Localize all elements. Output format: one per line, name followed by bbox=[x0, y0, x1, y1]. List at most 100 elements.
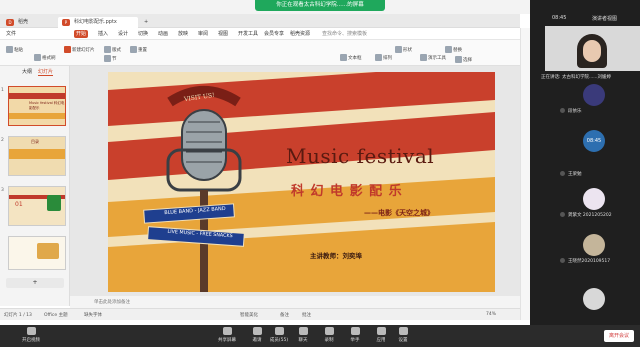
raise-hand-button[interactable]: 举手 bbox=[342, 327, 368, 343]
share-screen-button[interactable]: 共享屏幕 bbox=[214, 327, 240, 343]
thumb-title: Music festival 科幻电影配乐 bbox=[29, 101, 65, 110]
thumb-stripe bbox=[9, 93, 65, 99]
notes-pane[interactable]: 单击此处添加备注 bbox=[70, 296, 520, 308]
paste-icon bbox=[6, 46, 13, 53]
mic-icon bbox=[560, 171, 565, 176]
new-slide-button[interactable]: 新建幻灯片 bbox=[64, 46, 95, 53]
arrange-button[interactable]: 排列 bbox=[375, 54, 392, 61]
menu-animation[interactable]: 动画 bbox=[156, 30, 170, 38]
menu-file[interactable]: 文件 bbox=[4, 30, 18, 38]
leave-meeting-button[interactable]: 离开会议 bbox=[604, 330, 634, 342]
control-label: 应用 bbox=[376, 338, 386, 343]
share-banner[interactable]: 你正在观看太古科幻学院......的屏幕 bbox=[255, 0, 385, 11]
slide-movie: ——电影《天空之城》 bbox=[364, 209, 434, 217]
invite-icon bbox=[252, 327, 262, 335]
tab-slides[interactable]: 幻灯片 bbox=[38, 68, 54, 76]
layout-button[interactable]: 版式 bbox=[104, 46, 121, 53]
avatar bbox=[583, 84, 605, 106]
shape-button[interactable]: 形状 bbox=[395, 46, 412, 53]
menu-member[interactable]: 会员专享 bbox=[262, 30, 286, 38]
textbox-icon bbox=[340, 54, 347, 61]
thumb-title: 目录 bbox=[31, 139, 39, 144]
menu-transition[interactable]: 切换 bbox=[136, 30, 150, 38]
section-icon bbox=[104, 55, 111, 62]
tab-label: 科幻电影配乐.pptx bbox=[74, 19, 117, 25]
chat-button[interactable]: 聊天 bbox=[290, 327, 316, 343]
textbox-button[interactable]: 文本框 bbox=[340, 54, 362, 61]
tab-presentation[interactable]: P 科幻电影配乐.pptx bbox=[58, 17, 138, 28]
menu-review[interactable]: 审阅 bbox=[196, 30, 210, 38]
members-icon bbox=[274, 327, 284, 335]
select-button[interactable]: 选择 bbox=[455, 56, 472, 63]
slide-teacher: 主讲教师：刘奕埠 bbox=[310, 252, 362, 260]
slide-thumb-4[interactable] bbox=[8, 236, 66, 270]
control-label: 共享屏幕 bbox=[218, 338, 236, 343]
right-toolbar bbox=[520, 28, 530, 320]
slide-subtitle: 科 幻 电 影 配 乐 bbox=[291, 184, 403, 199]
ribbon-label: 演示工具 bbox=[428, 56, 446, 61]
ribbon-label: 格式刷 bbox=[42, 56, 56, 61]
new-tab-button[interactable]: + bbox=[140, 17, 152, 28]
menu-home[interactable]: 开始 bbox=[74, 30, 89, 38]
tab-docer[interactable]: D 稻壳 bbox=[2, 17, 34, 28]
thumb-image bbox=[37, 243, 59, 259]
name-text: 王梁勉 bbox=[568, 172, 582, 177]
slide-number: 2 bbox=[1, 138, 4, 143]
section-button[interactable]: 节 bbox=[104, 55, 117, 62]
ribbon-label: 形状 bbox=[403, 48, 412, 53]
members-button[interactable]: 成员(55) bbox=[266, 327, 292, 343]
notes-toggle[interactable]: 备注 bbox=[280, 312, 289, 318]
menu-design[interactable]: 设计 bbox=[116, 30, 130, 38]
slide[interactable]: VISIT US! BLUE BAND - JAZZ BAND LIVE MUS… bbox=[108, 72, 495, 292]
comment-toggle[interactable]: 批注 bbox=[302, 312, 311, 318]
reset-icon bbox=[130, 46, 137, 53]
paste-button[interactable]: 粘贴 bbox=[6, 46, 23, 53]
control-label: 录制 bbox=[324, 338, 334, 343]
avatar bbox=[583, 288, 605, 310]
tab-label: 稻壳 bbox=[18, 19, 29, 25]
participant-tile[interactable]: 王晓然2020109517 bbox=[540, 232, 640, 268]
replace-button[interactable]: 替换 bbox=[445, 46, 462, 53]
ribbon-label: 文本框 bbox=[348, 56, 362, 61]
zoom-level[interactable]: 74% bbox=[486, 312, 496, 317]
menu-slideshow[interactable]: 放映 bbox=[176, 30, 190, 38]
slide-panel: 大纲 幻灯片 1 Music festival 科幻电影配乐 2 目录 3 01… bbox=[0, 66, 70, 306]
slide-number: 3 bbox=[1, 188, 4, 193]
layout-icon bbox=[104, 46, 111, 53]
participant-tile[interactable]: 段依乐 bbox=[540, 82, 640, 118]
add-slide-button[interactable]: + bbox=[6, 278, 64, 288]
control-label: 邀请 bbox=[252, 338, 262, 343]
avatar bbox=[583, 188, 605, 210]
menu-docer[interactable]: 稻壳资源 bbox=[288, 30, 312, 38]
presenter-face bbox=[583, 40, 601, 62]
presenter-video[interactable] bbox=[545, 26, 640, 71]
record-button[interactable]: 录制 bbox=[316, 327, 342, 343]
hand-icon bbox=[350, 327, 360, 335]
participant-tile[interactable]: 龚紫文 2021205202 bbox=[540, 186, 640, 222]
arrange-icon bbox=[375, 54, 382, 61]
menu-view[interactable]: 视图 bbox=[216, 30, 230, 38]
select-icon bbox=[455, 56, 462, 63]
participant-tile[interactable] bbox=[540, 286, 640, 322]
docer-icon: D bbox=[6, 19, 14, 26]
thumb-stripe bbox=[9, 149, 65, 159]
command-search[interactable]: 查找命令、搜索模板 bbox=[320, 30, 369, 38]
tab-outline[interactable]: 大纲 bbox=[22, 68, 32, 75]
slide-thumb-3[interactable]: 01 bbox=[8, 186, 66, 226]
menu-developer[interactable]: 开发工具 bbox=[236, 30, 260, 38]
slide-thumb-1[interactable]: Music festival 科幻电影配乐 bbox=[8, 86, 66, 126]
missing-font-button[interactable]: 缺失字体 bbox=[84, 312, 102, 318]
reset-button[interactable]: 重置 bbox=[130, 46, 147, 53]
screen: 你正在观看太古科幻学院......的屏幕 D 稻壳 P 科幻电影配乐.pptx … bbox=[0, 0, 640, 347]
settings-button[interactable]: 设置 bbox=[390, 327, 416, 343]
menu-insert[interactable]: 插入 bbox=[96, 30, 110, 38]
thumb-stripe bbox=[9, 113, 65, 119]
slide-thumb-2[interactable]: 目录 bbox=[8, 136, 66, 176]
video-toggle-button[interactable]: 开启视频 bbox=[18, 327, 44, 343]
presentation-tools-button[interactable]: 演示工具 bbox=[420, 54, 446, 61]
control-label: 开启视频 bbox=[22, 338, 40, 343]
smart-beautify-button[interactable]: 智能美化 bbox=[240, 312, 258, 318]
participant-tile[interactable]: 王梁勉 bbox=[540, 145, 640, 181]
format-painter-button[interactable]: 格式刷 bbox=[34, 54, 56, 61]
layout-button[interactable]: 演讲者视图 bbox=[592, 15, 617, 22]
